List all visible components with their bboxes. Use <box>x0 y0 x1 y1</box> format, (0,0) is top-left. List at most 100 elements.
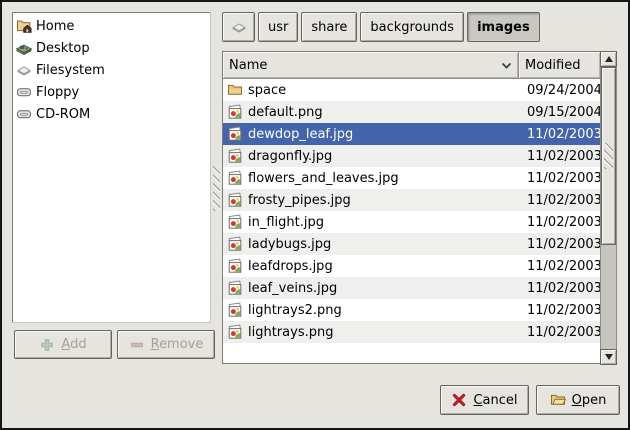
open-button-label: Open <box>572 393 607 408</box>
path-button-label: usr <box>268 20 288 35</box>
file-name-cell: leafdrops.jpg <box>223 258 520 274</box>
file-row[interactable]: ladybugs.jpg11/02/2003 <box>223 233 600 255</box>
place-item-label: Home <box>36 19 74 34</box>
image-file-icon <box>227 258 243 274</box>
add-button[interactable]: Add <box>14 330 112 359</box>
file-row[interactable]: dragonfly.jpg 11/02/2003 <box>223 145 600 167</box>
cancel-icon <box>451 392 467 408</box>
file-modified-label: 11/02/2003 <box>520 127 600 142</box>
file-name-cell: leaf_veins.jpg <box>223 280 520 296</box>
file-list-header: Name Modified <box>223 52 600 79</box>
file-rows: space09/24/2004default.png09/15/2004dewd… <box>223 79 600 343</box>
cancel-button-label: Cancel <box>473 393 517 408</box>
place-item-filesystem[interactable]: Filesystem <box>13 59 210 81</box>
chevron-down-icon <box>501 58 512 73</box>
drive-icon <box>16 106 32 122</box>
place-item-label: Floppy <box>36 85 79 100</box>
file-name-label: dewdop_leaf.jpg <box>248 127 353 142</box>
image-file-icon <box>227 302 243 318</box>
file-modified-label: 11/02/2003 <box>520 259 600 274</box>
path-button-label: share <box>311 20 347 35</box>
file-name-cell: dragonfly.jpg <box>223 148 520 164</box>
file-name-label: lightrays2.png <box>248 303 342 318</box>
file-name-label: ladybugs.jpg <box>248 237 331 252</box>
file-modified-label: 11/02/2003 <box>520 303 600 318</box>
place-item-cd-rom[interactable]: CD-ROM <box>13 103 210 125</box>
column-header-label: Modified <box>525 58 580 73</box>
path-button-share[interactable]: share <box>301 12 357 42</box>
remove-button-label: Remove <box>151 337 204 352</box>
file-name-cell: lightrays.png <box>223 324 520 340</box>
cancel-button[interactable]: Cancel <box>440 385 529 415</box>
file-row[interactable]: space09/24/2004 <box>223 79 600 101</box>
file-modified-label: 11/02/2003 <box>520 215 600 230</box>
disk-icon <box>231 19 247 35</box>
file-chooser-dialog: Home Desktop Filesystem Floppy CD-ROM usr sh… <box>0 0 630 430</box>
path-button-backgrounds[interactable]: backgrounds <box>360 12 464 42</box>
file-name-label: lightrays.png <box>248 325 333 340</box>
image-file-icon <box>227 192 243 208</box>
scroll-up-button[interactable] <box>600 51 617 67</box>
image-file-icon <box>227 236 243 252</box>
file-row[interactable]: lightrays.png 11/02/2003 <box>223 321 600 343</box>
vertical-scrollbar <box>600 51 617 365</box>
remove-icon <box>129 337 145 353</box>
file-name-label: flowers_and_leaves.jpg <box>248 171 399 186</box>
file-name-cell: dewdop_leaf.jpg <box>223 126 520 142</box>
image-file-icon <box>227 148 243 164</box>
pane-splitter[interactable] <box>211 12 222 364</box>
file-modified-label: 09/15/2004 <box>520 105 600 120</box>
splitter-grip-icon <box>213 165 220 211</box>
file-row[interactable]: leafdrops.jpg11/02/2003 <box>223 255 600 277</box>
file-modified-label: 11/02/2003 <box>520 325 600 340</box>
places-list: Home Desktop Filesystem Floppy CD-ROM <box>12 12 211 323</box>
image-file-icon <box>227 214 243 230</box>
home-icon <box>16 18 32 34</box>
column-header-modified[interactable]: Modified <box>519 52 600 79</box>
thumb-grip-icon <box>604 143 613 169</box>
place-item-label: CD-ROM <box>36 107 90 122</box>
file-name-label: frosty_pipes.jpg <box>248 193 351 208</box>
file-row[interactable]: dewdop_leaf.jpg 11/02/2003 <box>223 123 600 145</box>
path-bar: usr share backgrounds images <box>222 12 540 42</box>
file-modified-label: 09/24/2004 <box>520 83 600 98</box>
path-button-label: backgrounds <box>370 20 454 35</box>
path-button-usr[interactable]: usr <box>258 12 298 42</box>
file-modified-label: 11/02/2003 <box>520 281 600 296</box>
image-file-icon <box>227 170 243 186</box>
file-row[interactable]: in_flight.jpg 11/02/2003 <box>223 211 600 233</box>
add-icon <box>39 337 55 353</box>
file-name-label: dragonfly.jpg <box>248 149 332 164</box>
column-header-name[interactable]: Name <box>223 52 519 79</box>
remove-button[interactable]: Remove <box>117 330 215 359</box>
file-name-cell: default.png <box>223 104 520 120</box>
file-row[interactable]: default.png09/15/2004 <box>223 101 600 123</box>
file-modified-label: 11/02/2003 <box>520 149 600 164</box>
image-file-icon <box>227 280 243 296</box>
open-button[interactable]: Open <box>536 385 620 415</box>
scrollbar-thumb[interactable] <box>601 67 616 245</box>
scrollbar-track[interactable] <box>600 67 617 349</box>
desktop-icon <box>16 40 32 56</box>
add-button-label: Add <box>61 337 86 352</box>
scroll-down-button[interactable] <box>600 349 617 365</box>
path-button-images[interactable]: images <box>467 12 540 42</box>
image-file-icon <box>227 104 243 120</box>
path-button-label: images <box>477 20 530 35</box>
file-row[interactable]: frosty_pipes.jpg11/02/2003 <box>223 189 600 211</box>
open-icon <box>550 392 566 408</box>
place-item-home[interactable]: Home <box>13 15 210 37</box>
file-row[interactable]: leaf_veins.jpg11/02/2003 <box>223 277 600 299</box>
place-item-label: Filesystem <box>36 63 105 78</box>
file-name-label: in_flight.jpg <box>248 215 324 230</box>
arrow-down-icon <box>605 354 613 360</box>
file-row[interactable]: lightrays2.png 11/02/2003 <box>223 299 600 321</box>
file-row[interactable]: flowers_and_leaves.jpg 11/02/2003 <box>223 167 600 189</box>
file-modified-label: 11/02/2003 <box>520 171 600 186</box>
file-list-pane: Name Modified space09/24/2004default.png… <box>222 51 601 364</box>
image-file-icon <box>227 126 243 142</box>
path-root-button[interactable] <box>222 12 255 42</box>
file-name-cell: lightrays2.png <box>223 302 520 318</box>
place-item-desktop[interactable]: Desktop <box>13 37 210 59</box>
place-item-floppy[interactable]: Floppy <box>13 81 210 103</box>
